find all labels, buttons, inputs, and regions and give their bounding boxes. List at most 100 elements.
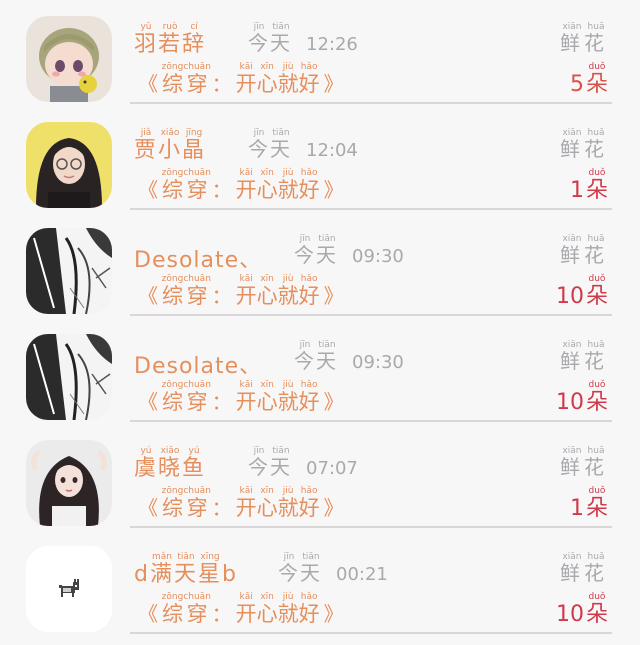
unit-pinyin: duǒ [585,380,608,390]
user-name[interactable]: 贾jiǎ小xiǎo晶jīng [134,128,206,164]
novel-part-pinyin: hǎo [298,486,320,496]
day-char-text: 今 [248,455,270,479]
chibi-boy-avatar[interactable] [26,16,112,102]
novel-part-char: 就jiù [278,487,299,521]
novel-part-char: 就jiù [278,169,299,203]
flower-char-text: 鲜 [560,561,584,585]
timestamp: 今jīn天tiān 09:30 [294,340,404,374]
novel-part-char-text: 好 [298,496,320,520]
novel-title[interactable]: 《综zōng穿chuān： 开kāi心xīn就jiù好hǎo》 [134,380,348,416]
novel-part-char: 开kāi [236,381,257,415]
time-text: 12:04 [306,140,358,161]
unit-char-text: 朵 [585,496,608,521]
gift-list-item[interactable]: 虞yú晓xiǎo鱼yú 今jīn天tiān07:07 《综zōng穿chuān： 开k… [0,424,640,530]
day-char: 天tiān [316,235,338,268]
novel-part-char-text: 综 [161,284,184,308]
gift-list-item[interactable]: Desolate、 今jīn天tiān09:30 《综zōng穿chuān： 开kāi… [0,212,640,318]
unit-char-text: 朵 [585,284,608,309]
novel-title[interactable]: 《综zōng穿chuān： 开kāi心xīn就jiù好hǎo》 [134,486,348,522]
flower-pinyin: xiān [560,22,584,32]
gift-list-item[interactable]: d满mǎn天tiān星xīngb 今jīn天tiān00:21 《综zōng穿chu… [0,530,640,636]
pixel-dog-avatar[interactable] [26,546,112,632]
day-label: 今jīn天tiān [294,235,338,268]
day-char: 今jīn [294,341,316,374]
novel-part-char: 好hǎo [299,381,320,415]
novel-part-char: 穿chuān [183,593,211,627]
user-name[interactable]: Desolate、 [134,242,262,274]
day-char-text: 天 [316,349,338,373]
unit-char: 朵duǒ [585,275,608,310]
gift-list-item[interactable]: Desolate、 今jīn天tiān09:30 《综zōng穿chuān： 开kāi… [0,318,640,424]
novel-part-pinyin: jiù [277,168,299,178]
row-divider [130,314,612,316]
novel-title[interactable]: 《综zōng穿chuān： 开kāi心xīn就jiù好hǎo》 [134,62,348,98]
novel-part-char: 穿chuān [183,169,211,203]
novel-part-char-text: 心 [256,178,278,202]
day-char-text: 今 [294,349,316,373]
novel-part-char: 心xīn [257,487,278,521]
day-pinyin: tiān [270,128,292,138]
day-char: 今jīn [294,235,316,268]
novel-part-char-text: 综 [161,178,184,202]
novel-part-char: 好hǎo [299,63,320,97]
gift-list-item[interactable]: 贾jiǎ小xiǎo晶jīng 今jīn天tiān 12:04 《综zōng穿chuān… [0,106,640,212]
user-name[interactable]: 虞yú晓xiǎo鱼yú [134,446,206,482]
novel-title[interactable]: 《综zōng穿chuān： 开kāi心xīn就jiù好hǎo》 [134,274,348,310]
flower-count: 10朵duǒ [556,592,608,628]
novel-part-char: 好hǎo [299,169,320,203]
day-pinyin: jīn [294,234,316,244]
user-name-pinyin: jiǎ [134,128,158,138]
novel-part-char: 穿chuān [183,63,211,97]
flower-label: 鲜xiān花huā [560,446,608,480]
day-char-text: 天 [270,31,292,55]
flower-label: 鲜xiān花huā [560,22,608,56]
gift-ranking-list: 羽yǔ若ruò辞cí 今jīn天tiān12:26 《综zōng穿chuān： 开kā… [0,0,640,645]
flower-pinyin: huā [584,340,608,350]
flower-char: 花huā [584,341,608,374]
girl-glasses-avatar[interactable] [26,122,112,208]
row-divider [130,208,612,210]
user-name[interactable]: 羽yǔ若ruò辞cí [134,22,206,58]
novel-part-char: 综zōng [162,381,184,415]
novel-part-pinyin: hǎo [298,168,320,178]
open-bracket: 《 [138,390,158,414]
manga-sketch-avatar[interactable] [26,334,112,420]
unit-char-text: 朵 [585,72,608,97]
user-name-pinyin: yú [134,446,158,456]
novel-title[interactable]: 《综zōng穿chuān： 开kāi心xīn就jiù好hǎo》 [134,168,348,204]
long-hair-girl-avatar[interactable] [26,440,112,526]
novel-part-pinyin: xīn [256,592,278,602]
novel-part-pinyin: zōng [161,380,184,390]
user-name-pinyin: jīng [182,128,207,138]
flower-pinyin: xiān [560,340,584,350]
day-char: 天tiān [270,447,292,480]
manga-sketch-avatar[interactable] [26,228,112,314]
user-name-char-text: d [134,562,150,587]
novel-part-pinyin: kāi [235,62,257,72]
user-name[interactable]: d满mǎn天tiān星xīngb [134,552,238,588]
novel-part-pinyin: jiù [277,380,299,390]
novel-part-char-text: 就 [277,390,299,414]
flower-count: 1朵duǒ [570,168,608,204]
novel-part-char-text: 开 [235,496,257,520]
user-name-char-text: 晶 [182,138,207,163]
unit-char-text: 朵 [585,390,608,415]
novel-part-char-text: 综 [161,496,184,520]
novel-part-char-text: 就 [277,284,299,308]
novel-part-pinyin: hǎo [298,274,320,284]
day-char: 今jīn [278,553,300,586]
novel-part-pinyin: jiù [277,274,299,284]
user-name[interactable]: Desolate、 [134,348,262,380]
day-pinyin: jīn [248,446,270,456]
novel-part-char-text: 穿 [183,284,211,308]
flower-char: 花huā [584,23,608,56]
flower-pinyin: huā [584,22,608,32]
close-bracket: 》 [323,284,344,308]
user-name-char: 晶jīng [182,129,207,164]
novel-title[interactable]: 《综zōng穿chuān： 开kāi心xīn就jiù好hǎo》 [134,592,348,628]
novel-part-char: 就jiù [277,275,299,309]
flower-pinyin: xiān [560,552,584,562]
gift-list-item[interactable]: 羽yǔ若ruò辞cí 今jīn天tiān 12:26 《综zōng穿chuān： 开kā… [0,0,640,106]
day-char: 今jīn [248,447,270,480]
time-text: 09:30 [352,246,404,267]
